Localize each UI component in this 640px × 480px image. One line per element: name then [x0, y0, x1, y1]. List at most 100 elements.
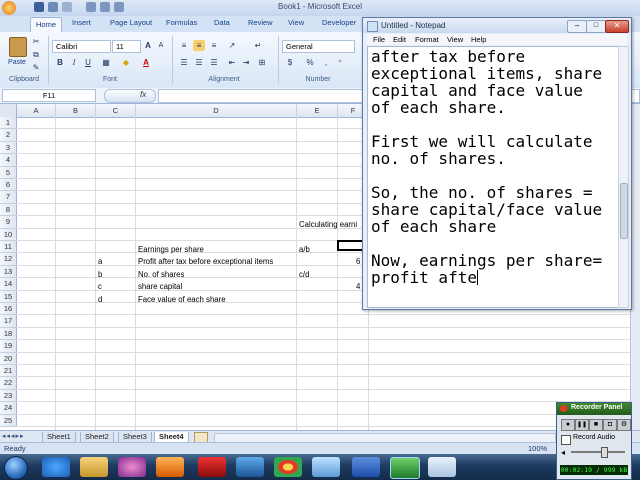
row-header[interactable]: 20: [0, 352, 17, 365]
row-header[interactable]: 4: [0, 154, 17, 167]
menu-file[interactable]: File: [373, 35, 385, 44]
folder-icon[interactable]: [80, 457, 108, 477]
camera-icon[interactable]: ◘: [603, 419, 617, 431]
pdf-app-icon[interactable]: [198, 457, 226, 477]
cell-c15[interactable]: d: [98, 295, 102, 304]
cell-f14[interactable]: 4: [356, 282, 360, 291]
minimize-icon[interactable]: –: [567, 20, 587, 33]
fx-label[interactable]: fx: [140, 90, 146, 99]
percent-button[interactable]: %: [304, 57, 316, 68]
row-header[interactable]: 3: [0, 141, 17, 155]
scrollbar-thumb[interactable]: [620, 183, 628, 239]
row-header[interactable]: 2: [0, 129, 17, 142]
borders-icon[interactable]: ▦: [100, 57, 112, 68]
row-header[interactable]: 23: [0, 389, 17, 403]
row-header[interactable]: 6: [0, 179, 17, 192]
cell-c14[interactable]: c: [98, 282, 102, 291]
menu-format[interactable]: Format: [415, 35, 439, 44]
row-header[interactable]: 17: [0, 315, 17, 328]
font-size-box[interactable]: 11: [112, 40, 141, 53]
close-icon[interactable]: ✕: [605, 20, 629, 33]
italic-button[interactable]: I: [68, 57, 80, 68]
row-header[interactable]: 12: [0, 253, 17, 266]
format-painter-icon[interactable]: ✎: [30, 62, 42, 73]
row-header[interactable]: 14: [0, 278, 17, 291]
sheet-nav-arrows-icon[interactable]: ◂◂◂▸▸: [2, 432, 25, 440]
media-player-icon[interactable]: [156, 457, 184, 477]
app-icon[interactable]: [236, 457, 264, 477]
media-center-icon[interactable]: [118, 457, 146, 477]
cell-d12[interactable]: Profit after tax before exceptional item…: [138, 257, 273, 266]
tab-view[interactable]: View: [288, 18, 304, 27]
copy-icon[interactable]: ⧉: [30, 49, 42, 60]
start-button[interactable]: [4, 456, 28, 480]
row-header[interactable]: 25: [0, 414, 17, 427]
tab-formulas[interactable]: Formulas: [166, 18, 197, 27]
menu-help[interactable]: Help: [471, 35, 486, 44]
name-box[interactable]: F11: [2, 89, 96, 102]
top-align-icon[interactable]: ≡: [178, 40, 190, 51]
pause-button[interactable]: ❚❚: [575, 419, 589, 431]
cell-d11[interactable]: Earnings per share: [138, 245, 204, 254]
increase-indent-icon[interactable]: ⇥: [240, 57, 252, 68]
cell-e13[interactable]: c/d: [299, 270, 309, 279]
row-header[interactable]: 22: [0, 377, 17, 390]
number-format-box[interactable]: General: [282, 40, 355, 53]
cell-c13[interactable]: b: [98, 270, 102, 279]
app-icon[interactable]: [312, 457, 340, 477]
cell-e11[interactable]: a/b: [299, 245, 310, 254]
underline-button[interactable]: U: [82, 57, 94, 68]
row-header[interactable]: 5: [0, 166, 17, 179]
row-header[interactable]: 10: [0, 228, 17, 241]
notepad-text-area[interactable]: after tax before exceptional items, shar…: [367, 46, 619, 308]
increase-decimal-icon[interactable]: ⁺: [334, 57, 346, 68]
row-header[interactable]: 19: [0, 340, 17, 353]
middle-align-icon[interactable]: ≡: [193, 40, 205, 51]
settings-icon[interactable]: ⚙: [617, 419, 631, 431]
cell-e9[interactable]: Calculating earni: [299, 220, 357, 229]
row-header[interactable]: 24: [0, 402, 17, 415]
row-header[interactable]: 21: [0, 365, 17, 378]
cell-d14[interactable]: share capital: [138, 282, 182, 291]
word-icon[interactable]: [352, 457, 380, 477]
comma-style-icon[interactable]: ,: [320, 57, 332, 68]
cell-f12[interactable]: 6: [356, 257, 360, 266]
excel-icon[interactable]: [390, 457, 420, 479]
align-right-icon[interactable]: ☰: [208, 57, 220, 68]
row-header[interactable]: 1: [0, 117, 17, 130]
internet-explorer-icon[interactable]: [42, 457, 70, 477]
currency-button[interactable]: $: [284, 57, 296, 68]
row-header[interactable]: 8: [0, 203, 17, 217]
bottom-align-icon[interactable]: ≡: [208, 40, 220, 51]
cut-icon[interactable]: ✂: [30, 36, 42, 47]
stop-button[interactable]: ■: [589, 419, 603, 431]
row-header[interactable]: 15: [0, 290, 17, 303]
volume-slider-thumb[interactable]: [601, 447, 608, 458]
merge-center-icon[interactable]: ⊞: [256, 57, 268, 68]
bold-button[interactable]: B: [54, 57, 66, 68]
fill-color-icon[interactable]: ◆: [120, 57, 132, 68]
wrap-text-icon[interactable]: ↵: [252, 40, 264, 51]
tab-developer[interactable]: Developer: [322, 18, 356, 27]
cell-d13[interactable]: No. of shares: [138, 270, 184, 279]
tab-page-layout[interactable]: Page Layout: [110, 18, 152, 27]
tab-review[interactable]: Review: [248, 18, 273, 27]
notepad-icon[interactable]: [428, 457, 456, 477]
volume-slider[interactable]: [571, 451, 625, 453]
chrome-icon[interactable]: [274, 457, 302, 477]
align-center-icon[interactable]: ☰: [193, 57, 205, 68]
row-header[interactable]: 9: [0, 216, 17, 229]
cell-d15[interactable]: Face value of each share: [138, 295, 226, 304]
tab-data[interactable]: Data: [214, 18, 230, 27]
row-header[interactable]: 16: [0, 303, 17, 316]
shrink-font-button[interactable]: A: [155, 40, 167, 51]
row-header[interactable]: 13: [0, 265, 17, 279]
tab-insert[interactable]: Insert: [72, 18, 91, 27]
tab-home[interactable]: Home: [30, 17, 62, 33]
cell-c12[interactable]: a: [98, 257, 102, 266]
grow-font-button[interactable]: A: [142, 40, 154, 51]
font-color-button[interactable]: A: [140, 57, 152, 68]
row-header[interactable]: 7: [0, 191, 17, 204]
menu-edit[interactable]: Edit: [393, 35, 406, 44]
font-name-box[interactable]: Calibri: [52, 40, 111, 53]
